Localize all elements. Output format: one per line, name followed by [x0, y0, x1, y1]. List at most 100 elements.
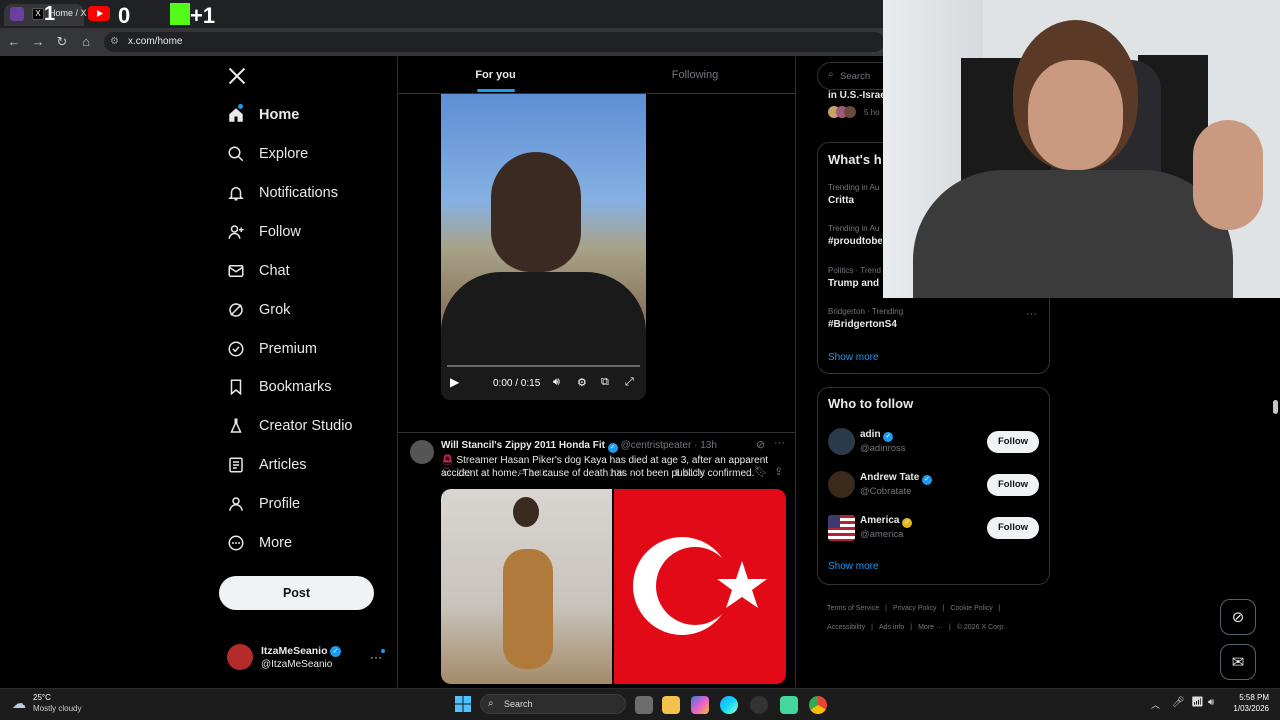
author-avatar[interactable]: [410, 440, 434, 464]
verified-badge-icon: ✓: [883, 432, 894, 442]
nav-item-more[interactable]: More: [226, 526, 292, 560]
trend-meta: Politics · Trend: [828, 266, 881, 275]
volume-tray-icon[interactable]: 🔊︎: [1208, 697, 1214, 708]
clock-time[interactable]: 5:58 PM: [1225, 693, 1269, 702]
nav-item-label: Premium: [259, 341, 318, 357]
tab-following[interactable]: Following: [593, 57, 795, 93]
author-name[interactable]: Will Stancil's Zippy 2011 Honda Fit: [441, 440, 605, 451]
wifi-icon[interactable]: 📶︎: [1191, 697, 1204, 708]
author-handle[interactable]: @centristpeater: [621, 440, 692, 451]
footer-link[interactable]: © 2026 X Corp.: [957, 624, 1005, 631]
suggestion-avatar[interactable]: [828, 471, 855, 498]
footer-link[interactable]: Privacy Policy: [893, 605, 937, 612]
file-explorer-icon[interactable]: [662, 696, 680, 714]
grok-fab-icon[interactable]: ⊘: [1220, 599, 1256, 635]
back-arrow-icon[interactable]: ←: [6, 34, 22, 50]
weather-temp[interactable]: 25°C: [33, 693, 51, 702]
account-avatar[interactable]: [227, 644, 253, 670]
settings-gear-icon[interactable]: ⚙: [577, 376, 587, 389]
clock-date[interactable]: 1/03/2026: [1225, 704, 1269, 713]
footer-link[interactable]: Ads info: [879, 624, 904, 631]
copilot-icon[interactable]: [691, 696, 709, 714]
address-bar[interactable]: x.com/home: [104, 32, 884, 52]
nav-item-label: Creator Studio: [259, 418, 353, 434]
post-video[interactable]: ▶ 0:00 / 0:15 🔊︎ ⚙ ⧉ ⤢: [441, 94, 646, 400]
suggestion-avatar[interactable]: [828, 515, 855, 541]
app-icon[interactable]: [750, 696, 768, 714]
chrome-icon[interactable]: [809, 696, 827, 714]
tab-for-you[interactable]: For you: [398, 57, 593, 93]
scrollbar-thumb[interactable]: [1273, 400, 1278, 414]
video-progress-track[interactable]: [447, 365, 640, 367]
url-text: x.com/home: [128, 36, 183, 47]
footer-link[interactable]: Terms of Service: [827, 605, 879, 612]
grok-explain-icon[interactable]: ⊘: [756, 438, 765, 451]
suggestion-name[interactable]: America ✓: [860, 515, 913, 528]
reload-icon[interactable]: ↻: [54, 34, 70, 50]
nav-item-label: Chat: [259, 263, 290, 279]
post-menu-icon[interactable]: ···: [774, 437, 785, 449]
nav-item-grok[interactable]: Grok: [226, 293, 290, 327]
suggestion-handle: @adinross: [860, 443, 906, 454]
follow-button[interactable]: Follow: [987, 431, 1039, 453]
nav-item-premium[interactable]: Premium: [226, 332, 317, 366]
site-settings-icon[interactable]: ⚙: [110, 36, 119, 47]
task-view-icon[interactable]: [635, 696, 653, 714]
forward-arrow-icon[interactable]: →: [30, 34, 46, 50]
taskbar-search-icon: ⌕: [488, 698, 494, 709]
nav-item-explore[interactable]: Explore: [226, 137, 308, 171]
trend-item[interactable]: Trending in Au #proudtobe: [828, 224, 882, 247]
bell-icon: [226, 184, 245, 203]
taskbar-search[interactable]: ⌕ Search: [480, 694, 626, 714]
footer-link[interactable]: More ···: [918, 624, 943, 631]
show-more-follow[interactable]: Show more: [828, 561, 879, 572]
media-turkey-flag[interactable]: [614, 489, 786, 684]
nav-item-notifications[interactable]: Notifications: [226, 176, 338, 210]
follow-button[interactable]: Follow: [987, 517, 1039, 539]
account-menu-icon[interactable]: ···: [370, 650, 382, 664]
post-media[interactable]: [441, 489, 786, 684]
nav-item-follow[interactable]: Follow: [226, 215, 301, 249]
follow-button[interactable]: Follow: [987, 474, 1039, 496]
show-more-trends[interactable]: Show more: [828, 352, 879, 363]
nav-item-creator-studio[interactable]: Creator Studio: [226, 409, 353, 443]
edge-icon[interactable]: [720, 696, 738, 714]
verified-badge-icon: ✓: [330, 646, 341, 657]
trend-name: Trump and: [828, 278, 880, 289]
trend-item[interactable]: Bridgerton · Trending #BridgertonS4: [828, 307, 1018, 330]
post-time[interactable]: 13h: [700, 440, 717, 451]
whats-happening-title: What's h: [828, 152, 882, 167]
messages-fab-icon[interactable]: ✉: [1220, 644, 1256, 680]
who-to-follow-title: Who to follow: [828, 396, 914, 411]
x-logo-icon[interactable]: [227, 66, 247, 86]
trend-menu-icon[interactable]: ···: [1026, 308, 1037, 320]
tray-chevron-icon[interactable]: ︿: [1151, 698, 1160, 711]
nav-item-profile[interactable]: Profile: [226, 487, 300, 521]
volume-icon[interactable]: 🔊︎: [553, 376, 560, 389]
footer-separator: |: [948, 624, 951, 631]
suggestion-name[interactable]: Andrew Tate ✓: [860, 472, 933, 485]
weather-text[interactable]: Mostly cloudy: [33, 704, 81, 713]
play-icon[interactable]: ▶: [450, 375, 459, 389]
app-icon-green[interactable]: [780, 696, 798, 714]
post-button[interactable]: Post: [219, 576, 374, 610]
trend-item[interactable]: Politics · Trend Trump and: [828, 266, 882, 289]
suggestion-avatar[interactable]: [828, 428, 855, 455]
home-page-icon[interactable]: ⌂: [78, 34, 94, 50]
nav-item-chat[interactable]: Chat: [226, 254, 290, 288]
fullscreen-icon[interactable]: ⤢: [625, 376, 634, 389]
weather-cloud-icon[interactable]: ☁: [12, 695, 26, 712]
microphone-icon[interactable]: 🎤︎: [1172, 697, 1185, 708]
footer-link[interactable]: Cookie Policy: [950, 605, 992, 612]
nav-item-articles[interactable]: Articles: [226, 448, 307, 482]
suggestion-name[interactable]: adin ✓: [860, 429, 894, 442]
windows-start-icon[interactable]: [455, 696, 471, 712]
nav-item-home[interactable]: Home: [226, 98, 299, 132]
footer-link[interactable]: Accessibility: [827, 624, 865, 631]
dog-shape: [503, 549, 553, 669]
picture-in-picture-icon[interactable]: ⧉: [601, 376, 609, 389]
media-photo-dog[interactable]: [441, 489, 612, 684]
news-headline[interactable]: in U.S.-Israel: [828, 90, 889, 101]
nav-item-bookmarks[interactable]: Bookmarks: [226, 370, 332, 404]
trend-item[interactable]: Trending in Au Critta: [828, 183, 882, 206]
